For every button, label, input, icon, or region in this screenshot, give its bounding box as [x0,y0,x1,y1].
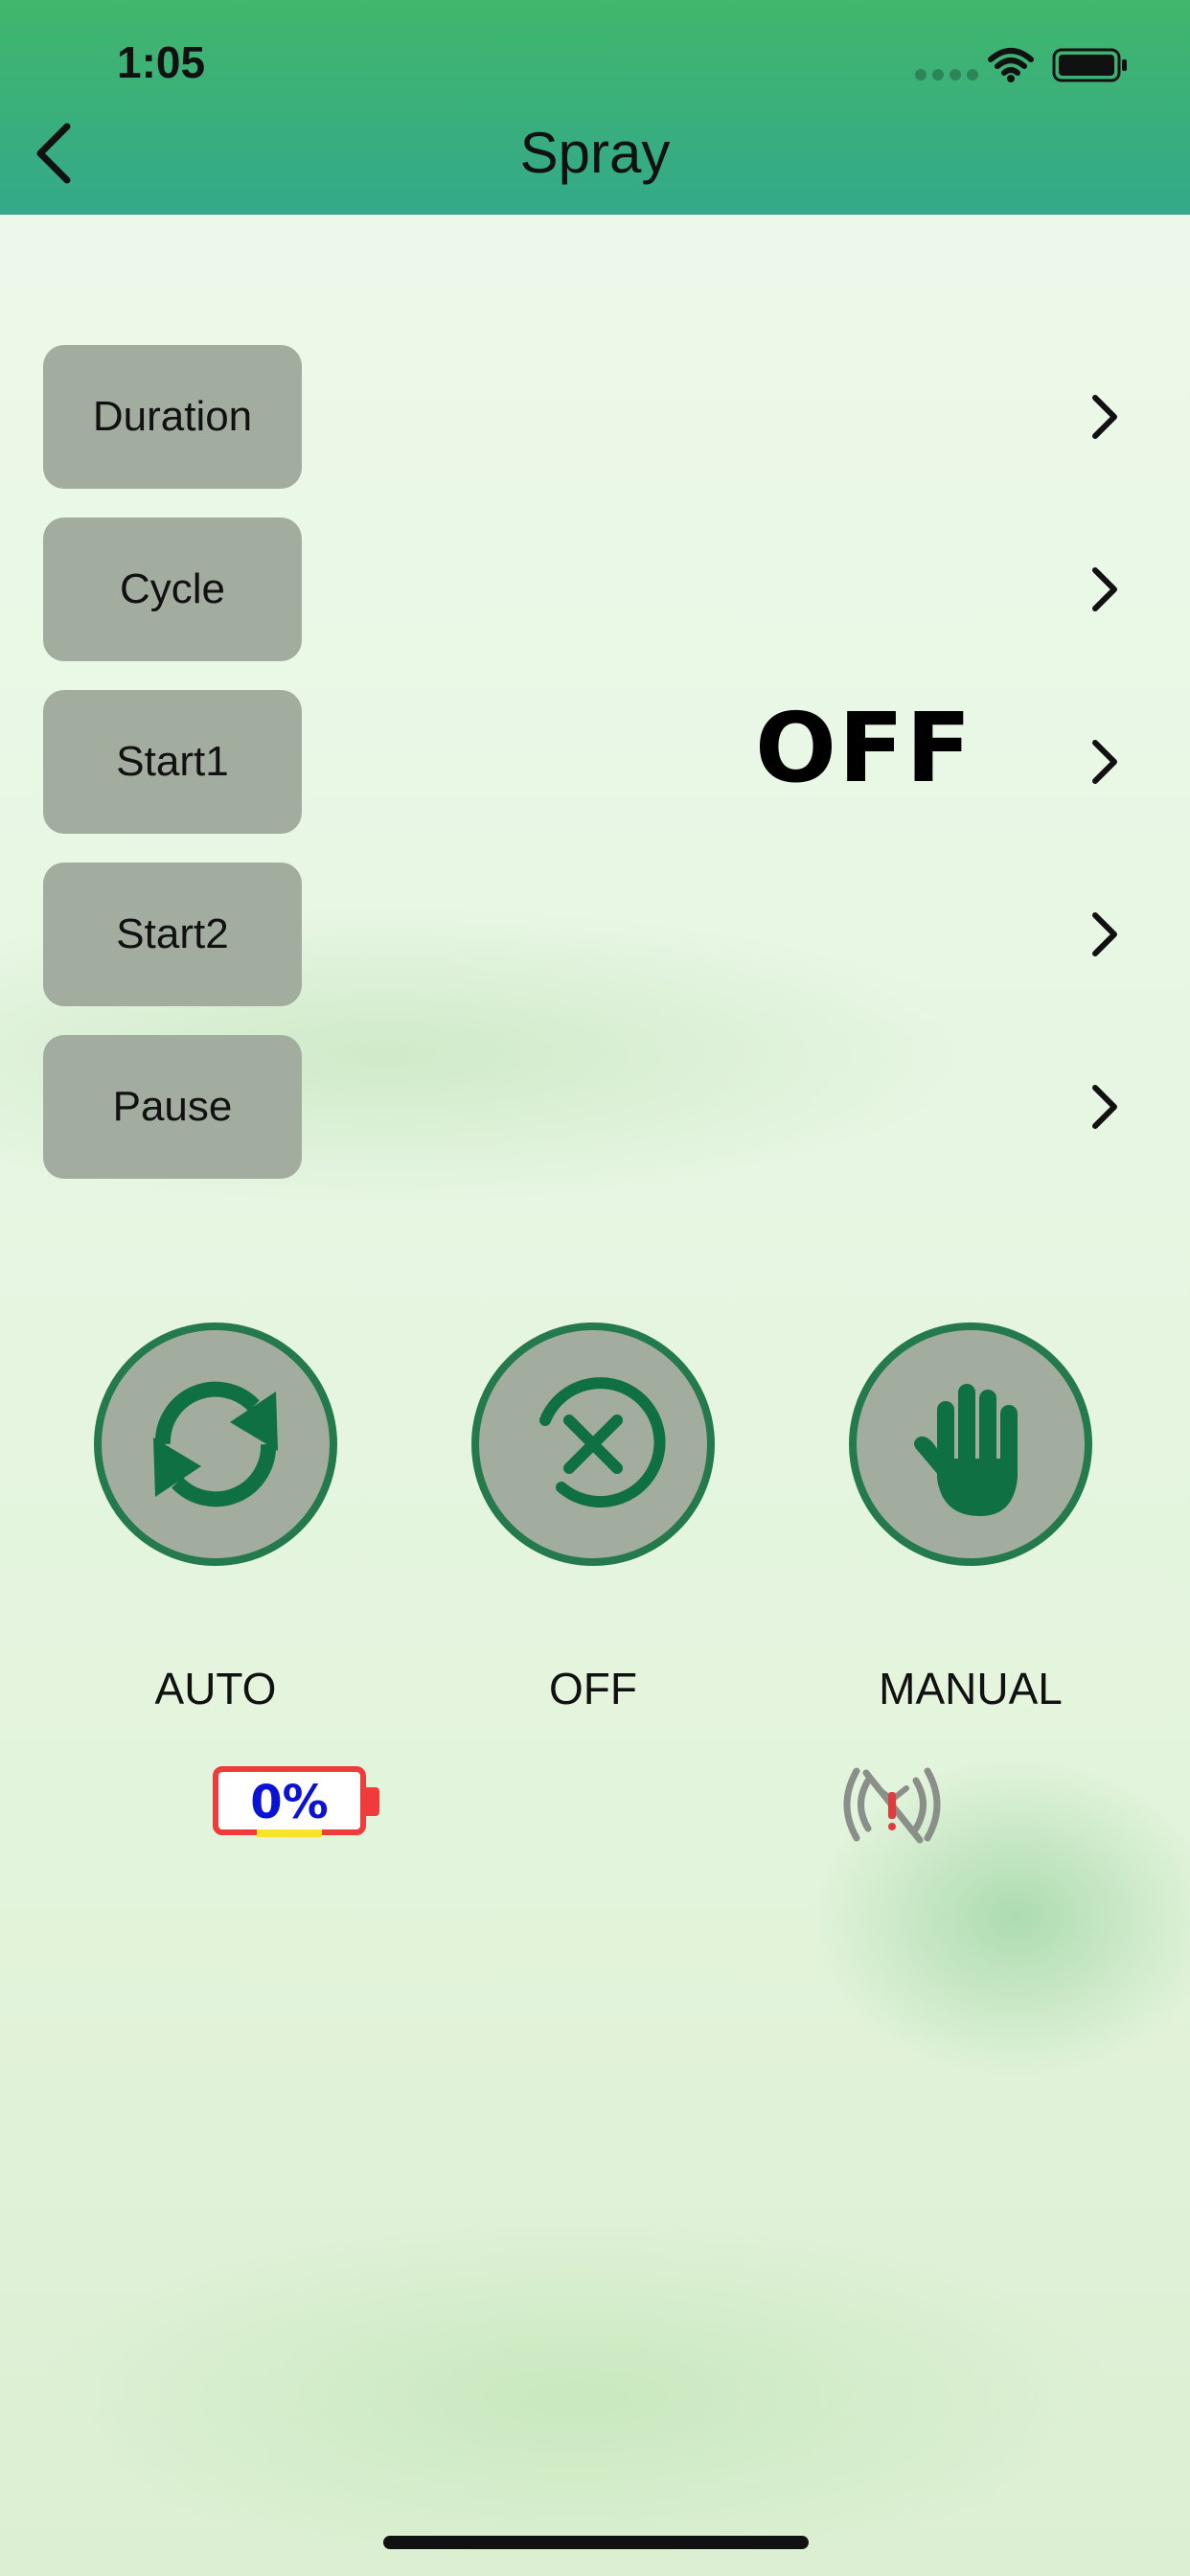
setting-row-start1[interactable]: Start1 [0,690,1190,834]
no-signal-icon [843,1767,941,1844]
chevron-right-icon[interactable] [1087,906,1122,963]
off-x-icon [539,1377,666,1508]
pause-button[interactable]: Pause [43,1035,302,1179]
battery-level-bar [257,1829,322,1837]
auto-mode-label: AUTO [154,1664,277,1714]
page-title: Spray [519,121,671,185]
start1-button[interactable]: Start1 [43,690,302,834]
manual-mode-button[interactable] [849,1322,1092,1566]
setting-row-start2[interactable]: Start2 [0,862,1190,1006]
spray-status-value: OFF [755,692,973,804]
setting-row-duration[interactable]: Duration [0,345,1190,489]
battery-percent: 0% [250,1776,329,1829]
status-time: 1:05 [117,37,206,87]
off-mode-label: OFF [549,1664,637,1714]
auto-sync-icon [153,1381,278,1507]
start2-button[interactable]: Start2 [43,862,302,1006]
battery-status-icon [1052,48,1127,82]
battery-indicator: 0% [213,1766,366,1837]
duration-button[interactable]: Duration [43,345,302,489]
setting-row-pause[interactable]: Pause [0,1035,1190,1179]
cycle-button[interactable]: Cycle [43,518,302,661]
off-mode-button[interactable] [471,1322,715,1566]
manual-mode-label: MANUAL [879,1664,1063,1714]
setting-row-cycle[interactable]: Cycle [0,518,1190,661]
cellular-signal-icon [915,69,978,80]
chevron-right-icon[interactable] [1087,388,1122,446]
chevron-right-icon[interactable] [1087,733,1122,791]
wifi-icon [988,48,1034,82]
chevron-right-icon[interactable] [1087,561,1122,618]
auto-mode-button[interactable] [94,1322,337,1566]
chevron-right-icon[interactable] [1087,1078,1122,1136]
battery-terminal [366,1787,379,1816]
home-indicator [383,2536,809,2549]
hand-icon [914,1384,1018,1516]
